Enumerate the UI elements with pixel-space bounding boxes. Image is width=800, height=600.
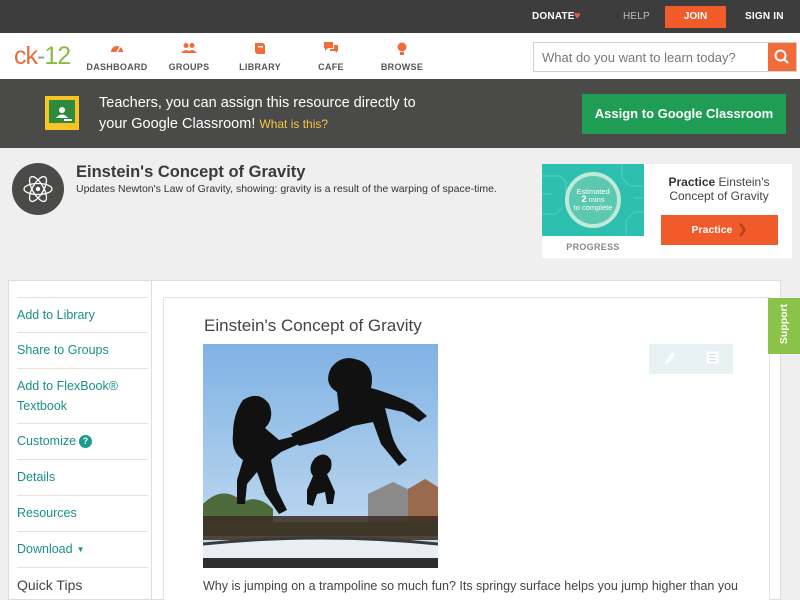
nav-label: BROWSE bbox=[380, 62, 424, 72]
practice-card: Estimated 2 mins to complete PROGRESS Pr… bbox=[542, 164, 792, 258]
nav-groups[interactable]: GROUPS bbox=[154, 42, 224, 72]
pencil-icon[interactable] bbox=[649, 351, 691, 368]
estimated-time-badge: Estimated 2 mins to complete bbox=[565, 172, 621, 228]
support-tab[interactable]: Support bbox=[768, 298, 800, 354]
download-label: Download bbox=[17, 542, 73, 556]
sidebar-item-add-to-library[interactable]: Add to Library bbox=[17, 297, 148, 333]
caret-down-icon: ▼ bbox=[76, 545, 85, 554]
sidebar-item-download[interactable]: Download ▼ bbox=[17, 532, 148, 568]
practice-button[interactable]: Practice ❯ bbox=[661, 215, 778, 245]
nav-dashboard[interactable]: DASHBOARD bbox=[82, 42, 152, 72]
practice-progress-panel: Estimated 2 mins to complete bbox=[542, 164, 644, 236]
search-button[interactable] bbox=[768, 43, 796, 71]
practice-button-label: Practice bbox=[691, 224, 733, 236]
sidebar-item-resources[interactable]: Resources bbox=[17, 496, 148, 532]
lesson-title: Einstein's Concept of Gravity bbox=[204, 316, 422, 335]
lesson-card: Einstein's Concept of Gravity Why is jum… bbox=[163, 297, 770, 600]
what-is-this-link[interactable]: What is this? bbox=[259, 117, 328, 131]
sign-in-link[interactable]: SIGN IN bbox=[745, 11, 784, 22]
chevron-right-icon: ❯ bbox=[737, 222, 748, 236]
join-button[interactable]: JOIN bbox=[665, 6, 726, 28]
practice-heading: Practice Einstein's Concept of Gravity bbox=[660, 175, 778, 203]
lesson-paragraph: Why is jumping on a trampoline so much f… bbox=[203, 579, 738, 593]
customize-label: Customize bbox=[17, 434, 77, 448]
nav-browse[interactable]: BROWSE bbox=[367, 42, 437, 72]
logo-number: 12 bbox=[44, 42, 71, 70]
top-bar: DONATE ♥ HELP JOIN SIGN IN bbox=[0, 0, 800, 33]
main-nav: ck-12 DASHBOARD GROUPS LIBRARY CAFE BROW… bbox=[0, 33, 800, 79]
progress-label: PROGRESS bbox=[566, 242, 620, 252]
quick-tips-heading: Quick Tips bbox=[17, 577, 83, 593]
assign-to-google-classroom-button[interactable]: Assign to Google Classroom bbox=[582, 94, 786, 134]
ck12-logo[interactable]: ck-12 bbox=[14, 42, 71, 70]
browse-icon bbox=[367, 42, 437, 56]
notes-icon[interactable] bbox=[691, 351, 733, 367]
groups-icon bbox=[154, 42, 224, 56]
main-content: Einstein's Concept of Gravity Why is jum… bbox=[151, 280, 781, 600]
nav-cafe[interactable]: CAFE bbox=[296, 42, 366, 72]
classroom-message: Teachers, you can assign this resource d… bbox=[99, 93, 416, 135]
dashboard-icon bbox=[82, 42, 152, 56]
nav-label: DASHBOARD bbox=[86, 62, 148, 72]
concept-title: Einstein's Concept of Gravity bbox=[76, 163, 306, 181]
search-input[interactable] bbox=[534, 43, 769, 71]
classroom-message-line1: Teachers, you can assign this resource d… bbox=[99, 95, 416, 111]
nav-library[interactable]: LIBRARY bbox=[225, 42, 295, 72]
sidebar-item-customize[interactable]: Customize? bbox=[17, 424, 148, 460]
support-label: Support bbox=[778, 303, 790, 345]
concept-subtitle: Updates Newton's Law of Gravity, showing… bbox=[76, 183, 497, 195]
practice-heading-bold: Practice bbox=[668, 175, 716, 189]
help-link[interactable]: HELP bbox=[623, 11, 650, 22]
trampoline-photo bbox=[203, 344, 438, 568]
sidebar-item-add-to-flexbook[interactable]: Add to FlexBook® Textbook bbox=[17, 369, 148, 424]
search-icon bbox=[774, 49, 789, 64]
sidebar-item-share-to-groups[interactable]: Share to Groups bbox=[17, 333, 148, 369]
atom-icon bbox=[12, 163, 64, 215]
donate-link[interactable]: DONATE bbox=[532, 11, 575, 22]
sidebar-item-details[interactable]: Details bbox=[17, 460, 148, 496]
search-box bbox=[533, 42, 797, 72]
sidebar: Add to Library Share to Groups Add to Fl… bbox=[8, 280, 151, 600]
classroom-message-line2: your Google Classroom! bbox=[99, 116, 256, 132]
heart-icon: ♥ bbox=[574, 10, 581, 22]
logo-ck: ck bbox=[14, 42, 38, 70]
estimate-suffix: to complete bbox=[573, 203, 613, 212]
help-icon[interactable]: ? bbox=[79, 435, 93, 448]
toolbar bbox=[649, 344, 733, 374]
nav-label: LIBRARY bbox=[239, 62, 281, 72]
google-classroom-icon bbox=[45, 96, 79, 130]
nav-label: CAFE bbox=[318, 62, 344, 72]
nav-label: GROUPS bbox=[168, 62, 210, 72]
library-icon bbox=[225, 42, 295, 56]
cafe-icon bbox=[296, 42, 366, 56]
